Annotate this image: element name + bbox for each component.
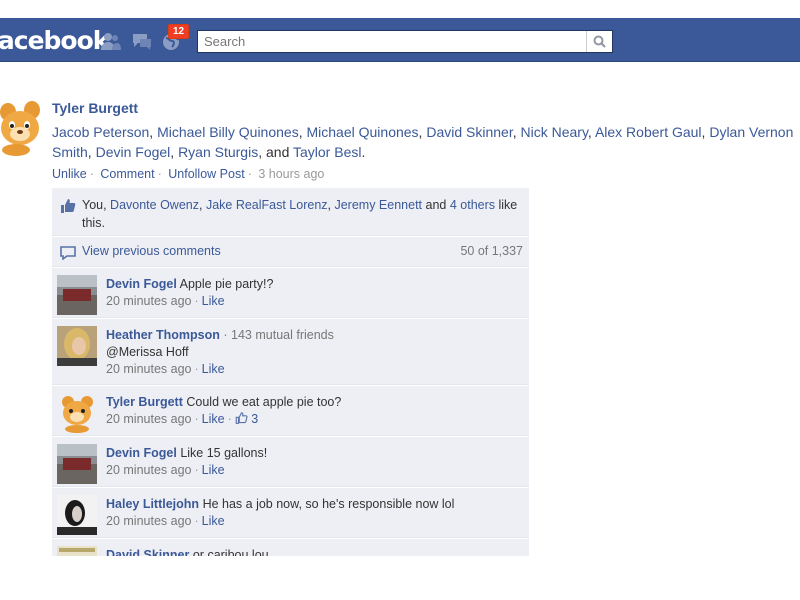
comment-count: 50 of 1,337 <box>460 244 523 258</box>
like-thumb-icon <box>235 412 248 424</box>
top-bar: facebook 12 <box>0 18 800 62</box>
tagged-friend-link[interactable]: Ryan Sturgis <box>178 144 258 160</box>
comment-text: Apple pie party!? <box>179 277 274 291</box>
liker-link[interactable]: Davonte Owenz <box>110 198 199 212</box>
tagged-friend-link[interactable]: Alex Robert Gaul <box>595 124 702 140</box>
messages-icon[interactable] <box>131 30 153 52</box>
comment-text: or caribou lou <box>192 548 269 556</box>
friend-requests-icon[interactable] <box>100 30 122 52</box>
author-avatar[interactable] <box>0 96 40 156</box>
likes-sentence: You, Davonte Owenz, Jake RealFast Lorenz… <box>52 188 529 236</box>
comment-like-link[interactable]: Like <box>202 294 225 308</box>
search-icon <box>593 35 606 48</box>
comment-item: Devin Fogel Like 15 gallons! 20 minutes … <box>52 436 529 487</box>
post-timestamp[interactable]: 3 hours ago <box>258 167 324 181</box>
comment-time[interactable]: 20 minutes ago <box>106 362 191 376</box>
tagged-friend-link[interactable]: Jacob Peterson <box>52 124 149 140</box>
comment-text: @Merissa Hoff <box>106 345 189 359</box>
comment-item: Haley Littlejohn He has a job now, so he… <box>52 487 529 538</box>
comment-link[interactable]: Comment <box>100 167 154 181</box>
commenter-name[interactable]: Devin Fogel <box>106 446 177 460</box>
comment-time[interactable]: 20 minutes ago <box>106 463 191 477</box>
tagged-friend-link[interactable]: Nick Neary <box>521 124 588 140</box>
facebook-logo[interactable]: facebook <box>0 26 109 55</box>
comment-like-link[interactable]: Like <box>202 412 225 426</box>
like-thumb-icon <box>60 198 76 214</box>
commenter-name[interactable]: Heather Thompson <box>106 328 220 342</box>
comment-text: Could we eat apple pie too? <box>186 395 342 409</box>
comment-item: Heather Thompson · 143 mutual friends @M… <box>52 318 529 385</box>
comment-item: Tyler Burgett Could we eat apple pie too… <box>52 385 529 436</box>
commenter-name[interactable]: Tyler Burgett <box>106 395 183 409</box>
view-previous-comments[interactable]: View previous comments 50 of 1,337 <box>52 236 529 267</box>
search-button[interactable] <box>586 31 612 52</box>
liker-link[interactable]: Jake RealFast Lorenz <box>206 198 328 212</box>
others-likes-link[interactable]: 4 others <box>450 198 495 212</box>
tagged-friend-link[interactable]: Devin Fogel <box>96 144 171 160</box>
comment-bubble-icon <box>60 246 76 261</box>
commenter-avatar[interactable] <box>57 393 97 433</box>
comment-like-link[interactable]: Like <box>202 463 225 477</box>
commenter-name[interactable]: David Skinner <box>106 548 189 556</box>
mutual-friends[interactable]: 143 mutual friends <box>231 328 334 342</box>
commenter-name[interactable]: Devin Fogel <box>106 277 177 291</box>
liker-link[interactable]: Jeremy Eennett <box>334 198 422 212</box>
search-box <box>197 30 613 53</box>
comment-item: Devin Fogel Apple pie party!? 20 minutes… <box>52 267 529 318</box>
tagged-friends: Jacob Peterson, Michael Billy Quinones, … <box>52 124 794 160</box>
post-actions: Unlike · Comment · Unfollow Post · 3 hours … <box>52 167 325 181</box>
tagged-friend-link[interactable]: David Skinner <box>426 124 512 140</box>
commenter-avatar[interactable] <box>57 275 97 315</box>
comment-text: He has a job now, so he's responsible no… <box>202 497 455 511</box>
view-previous-comments-link[interactable]: View previous comments <box>82 244 221 258</box>
unlike-link[interactable]: Unlike <box>52 167 87 181</box>
unfollow-post-link[interactable]: Unfollow Post <box>168 167 244 181</box>
post-author[interactable]: Tyler Burgett <box>52 100 138 116</box>
comment-text: Like 15 gallons! <box>180 446 268 460</box>
commenter-avatar[interactable] <box>57 546 97 556</box>
comment-like-link[interactable]: Like <box>202 514 225 528</box>
comment-time[interactable]: 20 minutes ago <box>106 412 191 426</box>
comment-time[interactable]: 20 minutes ago <box>106 514 191 528</box>
commenter-avatar[interactable] <box>57 444 97 484</box>
tagged-friend-link[interactable]: Taylor Besl <box>293 144 361 160</box>
feedback-box: You, Davonte Owenz, Jake RealFast Lorenz… <box>52 188 529 556</box>
notification-badge[interactable]: 12 <box>168 24 190 39</box>
commenter-avatar[interactable] <box>57 495 97 535</box>
comment-time[interactable]: 20 minutes ago <box>106 294 191 308</box>
search-input[interactable] <box>198 31 588 52</box>
comment-item: David Skinner or caribou lou <box>52 538 529 556</box>
comment-like-link[interactable]: Like <box>202 362 225 376</box>
commenter-name[interactable]: Haley Littlejohn <box>106 497 199 511</box>
tagged-friend-link[interactable]: Michael Quinones <box>306 124 418 140</box>
tagged-friend-link[interactable]: Michael Billy Quinones <box>157 124 299 140</box>
comment-like-count[interactable]: 3 <box>251 412 258 426</box>
commenter-avatar[interactable] <box>57 326 97 366</box>
